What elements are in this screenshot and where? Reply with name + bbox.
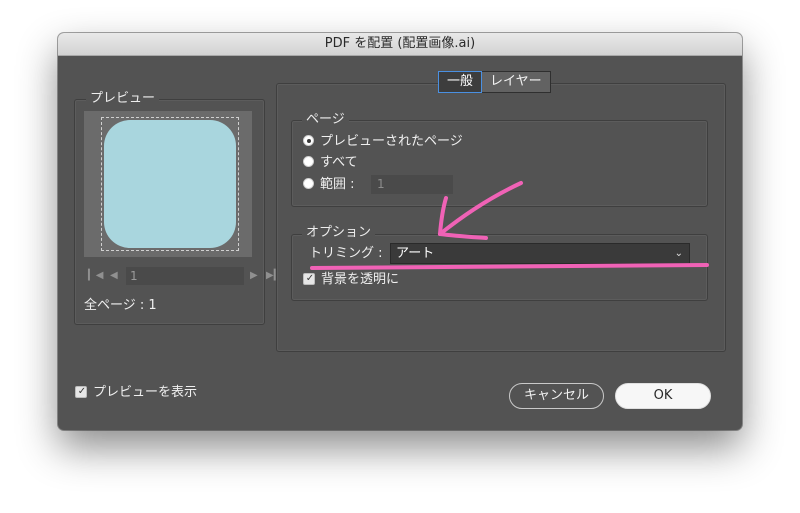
tab-general[interactable]: 一般 [438,71,483,93]
checkbox-icon[interactable]: ✓ [75,386,87,398]
option-legend: オプション [302,225,376,241]
checkbox-label: プレビューを表示 [93,385,198,400]
tab-bar: 一般 レイヤー [438,71,551,93]
radio-label: 範囲 : [320,177,355,192]
window-title: PDF を配置 (配置画像.ai) [58,33,742,56]
checkmark-icon: ✓ [305,273,315,284]
cancel-button[interactable]: キャンセル [509,383,604,409]
show-preview-checkbox[interactable]: ✓ プレビューを表示 [75,385,197,401]
trim-label: トリミング : [309,246,383,261]
place-pdf-dialog: PDF を配置 (配置画像.ai) プレビュー ▎◀ ◀ 1 ▶ ▶▎ 全ページ… [58,33,742,430]
radio-icon[interactable] [303,178,314,189]
checkbox-icon[interactable]: ✓ [303,273,315,285]
tab-layers[interactable]: レイヤー [482,71,551,93]
first-page-icon[interactable]: ▎◀ [88,267,103,285]
page-legend: ページ [302,112,349,128]
transparent-background-checkbox[interactable]: ✓ 背景を透明に [303,272,399,288]
page-navigator: ▎◀ ◀ 1 ▶ ▶▎ [88,267,281,285]
ok-button[interactable]: OK [615,383,711,409]
preview-legend: プレビュー [86,91,160,107]
trim-value: アート [396,246,435,261]
next-page-icon[interactable]: ▶ [250,267,258,285]
page-number-input[interactable]: 1 [126,267,244,285]
radio-previewed-page[interactable]: プレビューされたページ [303,133,463,151]
all-pages-count: 全ページ : 1 [84,298,157,313]
chevron-down-icon: ⌄ [674,248,683,259]
radio-label: プレビューされたページ [320,134,463,149]
radio-icon[interactable] [303,135,314,146]
radio-icon[interactable] [303,156,314,167]
range-input[interactable]: 1 [371,175,453,194]
radio-label: すべて [320,155,358,170]
trim-select[interactable]: アート ⌄ [390,243,690,264]
prev-page-icon[interactable]: ◀ [110,267,118,285]
checkmark-icon: ✓ [77,386,87,397]
radio-range[interactable]: 範囲 : [303,176,355,194]
crop-frame [101,117,239,251]
radio-all-pages[interactable]: すべて [303,154,358,172]
checkbox-label: 背景を透明に [321,272,400,287]
